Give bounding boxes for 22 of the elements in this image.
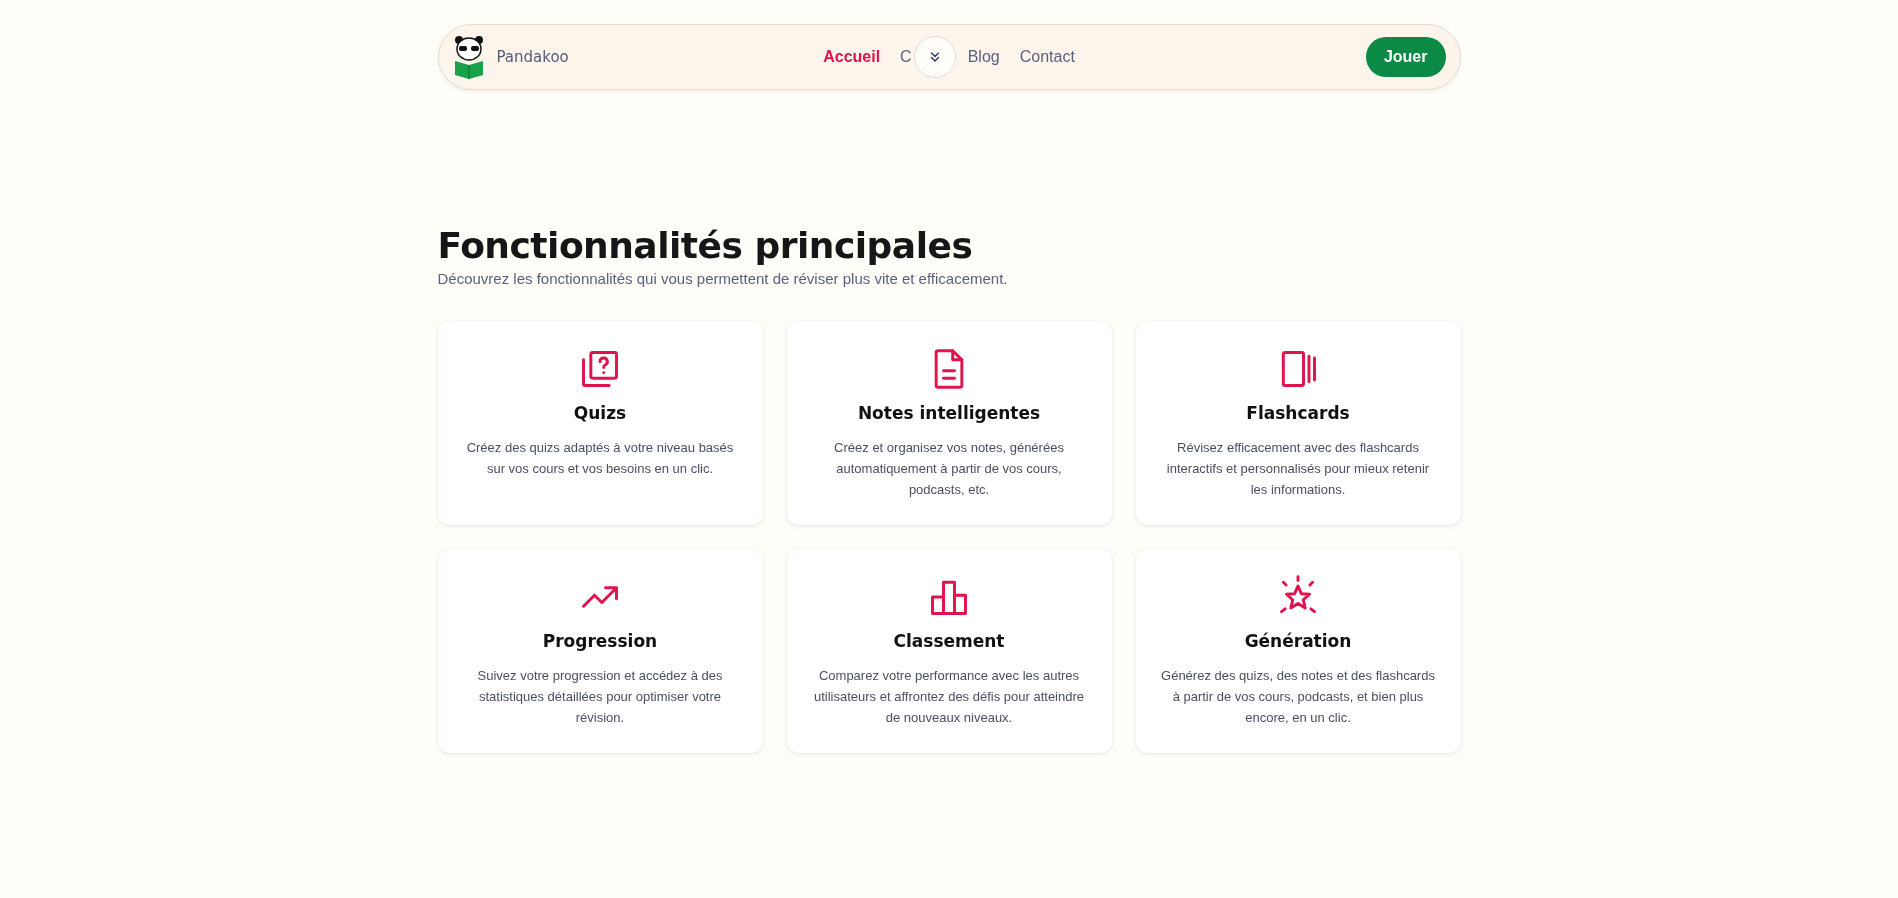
feature-description: Révisez efficacement avec des flashcards interactifs et personnalisés pour mieux retenir les informations.: [1165, 439, 1431, 499]
feature-description: Créez des quizs adaptés à votre niveau basés sur vos cours et vos besoins en un clic.: [465, 439, 735, 478]
nav-link[interactable]: Accueil: [823, 48, 881, 66]
feature-title: Notes intelligentes: [857, 403, 1041, 423]
nav-link[interactable]: Contact: [1019, 48, 1075, 66]
feature-description: Comparez votre performance avec les autres utilisateurs et affrontez des défis pour atteindre de nouveaux niveaux.: [813, 667, 1085, 727]
nav-link[interactable]: C: [900, 48, 912, 66]
feature-title: Flashcards: [1246, 403, 1350, 423]
feature-description: Suivez votre progression et accédez à des statistiques détaillées pour optimiser votre révision.: [476, 667, 724, 727]
feature-title: Quizs: [573, 403, 627, 423]
brand-name[interactable]: Pandakoo: [496, 48, 569, 66]
nav-link[interactable]: Blog: [967, 48, 1000, 66]
section-title: Fonctionnalités principales: [437, 225, 974, 266]
feature-description: Créez et organisez vos notes, générées automatiquement à partir de vos cours, podcasts, etc.: [833, 439, 1065, 499]
feature-title: Progression: [542, 631, 658, 651]
feature-title: Classement: [893, 631, 1005, 651]
panda-logo-icon: [452, 35, 485, 79]
play-button[interactable]: Jouer: [1365, 37, 1446, 77]
feature-description: Générez des quizs, des notes et des flashcards à partir de vos cours, podcasts, et bien plus encore, en un clic.: [1160, 667, 1436, 727]
scroll-down-button[interactable]: [913, 36, 956, 78]
section-subtitle: Découvrez les fonctionnalités qui vous permettent de réviser plus vite et efficacement.: [437, 270, 1009, 287]
feature-title: Génération: [1244, 631, 1352, 651]
